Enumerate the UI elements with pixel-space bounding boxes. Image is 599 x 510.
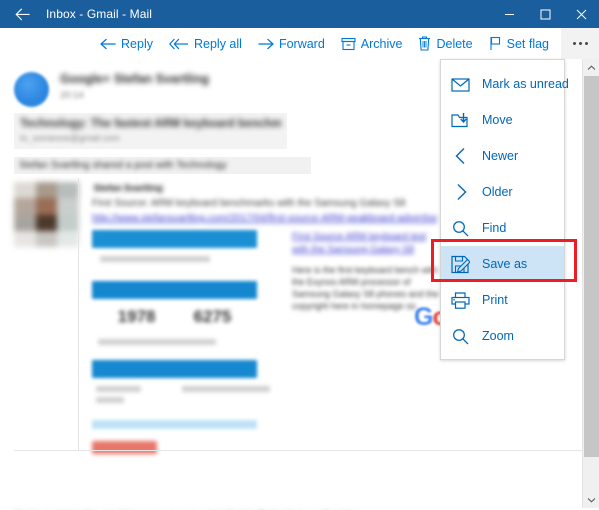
blurred-caption-5 bbox=[96, 397, 124, 403]
scroll-down-button[interactable] bbox=[583, 491, 599, 508]
trash-icon bbox=[418, 36, 431, 51]
reply-all-label: Reply all bbox=[194, 36, 242, 51]
menu-item-zoom[interactable]: Zoom bbox=[441, 318, 564, 354]
menu-item-older[interactable]: Older bbox=[441, 174, 564, 210]
move-to-folder-icon bbox=[450, 110, 471, 131]
scroll-up-button[interactable] bbox=[583, 59, 599, 76]
mail-toolbar: Reply Reply all Forward Archive Delete S… bbox=[0, 28, 599, 60]
menu-label: Find bbox=[482, 221, 507, 235]
more-actions-button[interactable] bbox=[561, 28, 599, 59]
scrollbar-thumb[interactable] bbox=[584, 76, 599, 457]
close-button[interactable] bbox=[563, 0, 599, 28]
blue-header-bar-1 bbox=[92, 230, 257, 248]
forward-label: Forward bbox=[278, 36, 325, 51]
subject-row: Technology: The fastest ARM keyboard ben… bbox=[14, 113, 287, 149]
more-actions-menu: Mark as unread Move Newer Older Find Sav… bbox=[440, 59, 569, 360]
mail-app-window: Inbox - Gmail - Mail Reply Reply all For… bbox=[0, 0, 599, 510]
menu-item-print[interactable]: Print bbox=[441, 282, 564, 318]
red-action-button[interactable] bbox=[92, 441, 157, 454]
mail-subject: Technology: The fastest ARM keyboard ben… bbox=[20, 118, 281, 130]
sender-name: Google+ Stefan Svartling bbox=[60, 72, 209, 86]
chevron-right-icon bbox=[450, 182, 471, 203]
menu-label: Move bbox=[482, 113, 513, 127]
left-column: 1978 6275 bbox=[92, 230, 270, 454]
content-divider bbox=[78, 178, 79, 450]
maximize-button[interactable] bbox=[527, 0, 563, 28]
ellipsis-icon bbox=[572, 42, 588, 45]
reply-all-button[interactable]: Reply all bbox=[161, 28, 250, 59]
menu-item-newer[interactable]: Newer bbox=[441, 138, 564, 174]
vertical-scrollbar[interactable] bbox=[582, 59, 599, 508]
blue-footer-bar bbox=[92, 420, 257, 429]
minimize-icon bbox=[504, 9, 515, 20]
right-column: First Source ARM keyboard test with the … bbox=[292, 230, 444, 312]
archive-button[interactable]: Archive bbox=[333, 28, 411, 59]
article-header: Stefan Svartling First Source: ARM keybo… bbox=[92, 178, 442, 224]
set-flag-label: Set flag bbox=[506, 36, 549, 51]
article-url-link[interactable]: http://www.stefansvartling.com/2017/04/f… bbox=[92, 213, 437, 224]
window-title: Inbox - Gmail - Mail bbox=[46, 7, 153, 21]
printer-icon bbox=[450, 290, 471, 311]
minimize-button[interactable] bbox=[491, 0, 527, 28]
back-arrow-icon bbox=[14, 7, 30, 21]
save-floppy-pencil-icon bbox=[450, 254, 471, 275]
reply-all-arrow-icon bbox=[169, 38, 189, 50]
zoom-magnifier-icon bbox=[450, 326, 471, 347]
maximize-icon bbox=[540, 9, 551, 20]
envelope-icon bbox=[450, 74, 471, 95]
archive-label: Archive bbox=[360, 36, 403, 51]
blurred-caption-3 bbox=[96, 386, 141, 392]
article-title: Stefan Svartling bbox=[92, 183, 165, 193]
blurred-caption-1 bbox=[100, 256, 210, 262]
reply-button[interactable]: Reply bbox=[92, 28, 161, 59]
mail-recipient: to_someone@gmail.com bbox=[20, 133, 120, 143]
content-bottom-rule bbox=[14, 450, 585, 451]
share-banner: Stefan Svartling shared a post with Tech… bbox=[14, 157, 311, 174]
blue-header-bar-3 bbox=[92, 360, 257, 378]
archive-box-icon bbox=[341, 37, 356, 51]
forward-arrow-icon bbox=[258, 38, 274, 50]
blurred-caption-2 bbox=[98, 339, 216, 345]
sender-timestamp: 20:14 bbox=[60, 90, 84, 101]
menu-label: Older bbox=[482, 185, 513, 199]
close-icon bbox=[576, 9, 587, 20]
sender-avatar bbox=[14, 72, 49, 107]
right-column-link[interactable]: First Source ARM keyboard test with the … bbox=[292, 230, 444, 256]
blue-header-bar-2 bbox=[92, 281, 257, 299]
back-button[interactable] bbox=[0, 0, 44, 28]
menu-label: Mark as unread bbox=[482, 77, 569, 91]
magnifier-icon bbox=[450, 218, 471, 239]
set-flag-button[interactable]: Set flag bbox=[481, 28, 557, 59]
reply-arrow-icon bbox=[100, 38, 116, 50]
menu-label: Newer bbox=[482, 149, 519, 163]
delete-label: Delete bbox=[436, 36, 473, 51]
share-banner-text: Stefan Svartling shared a post with Tech… bbox=[19, 160, 227, 171]
title-bar: Inbox - Gmail - Mail bbox=[0, 0, 599, 28]
menu-label: Save as bbox=[482, 257, 528, 271]
chevron-left-icon bbox=[450, 146, 471, 167]
sender-block: Google+ Stefan Svartling 20:14 bbox=[60, 70, 209, 101]
blurred-caption-4 bbox=[182, 386, 270, 392]
menu-item-move[interactable]: Move bbox=[441, 102, 564, 138]
delete-button[interactable]: Delete bbox=[410, 28, 480, 59]
menu-item-find[interactable]: Find bbox=[441, 210, 564, 246]
menu-label: Zoom bbox=[482, 329, 514, 343]
menu-label: Print bbox=[482, 293, 508, 307]
reply-label: Reply bbox=[121, 36, 153, 51]
stat-value-1: 1978 bbox=[117, 307, 156, 326]
menu-item-save-as[interactable]: Save as bbox=[441, 246, 564, 282]
article-thumbnail bbox=[14, 182, 79, 247]
stat-value-2: 6275 bbox=[193, 307, 232, 326]
stat-values: 1978 6275 bbox=[92, 307, 257, 327]
flag-icon bbox=[489, 36, 502, 51]
chevron-down-icon bbox=[587, 497, 596, 503]
article-subtitle: First Source: ARM keyboard benchmarks wi… bbox=[92, 198, 406, 209]
menu-item-mark-as-unread[interactable]: Mark as unread bbox=[441, 66, 569, 102]
chevron-up-icon bbox=[587, 64, 596, 71]
forward-button[interactable]: Forward bbox=[250, 28, 333, 59]
window-controls bbox=[491, 0, 599, 28]
